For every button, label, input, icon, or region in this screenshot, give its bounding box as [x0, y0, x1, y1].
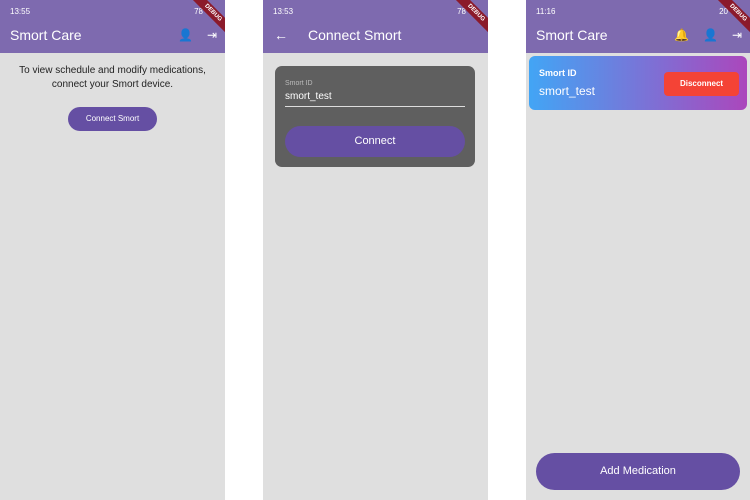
back-arrow-icon[interactable]: ←	[274, 27, 288, 43]
app-bar: 11:16 20 DEBUG Smort Care 🔔 👤 ⇥	[526, 0, 750, 53]
screen-home-disconnected: 13:55 78 DEBUG Smort Care 👤 ⇥ To view sche…	[0, 0, 225, 500]
status-bar: 13:53 78	[273, 7, 478, 16]
status-bar: 11:16 20	[536, 7, 740, 16]
smort-id-label: Smort ID	[285, 80, 313, 87]
add-medication-button[interactable]: Add Medication	[536, 453, 740, 490]
debug-banner: DEBUG	[451, 0, 488, 38]
screen-home-connected: 11:16 20 DEBUG Smort Care 🔔 👤 ⇥ Smort ID sm…	[526, 0, 750, 500]
connect-message: To view schedule and modify medications,…	[19, 65, 206, 90]
connect-card: Smort ID smort_test Connect	[275, 66, 475, 167]
page-title: Connect Smort	[308, 27, 402, 43]
status-time: 13:55	[10, 7, 31, 16]
logout-icon[interactable]: ⇥	[207, 28, 217, 42]
device-card: Smort ID smort_test Disconnect	[529, 56, 747, 110]
app-bar: 13:53 78 DEBUG ← Connect Smort	[263, 0, 488, 53]
smort-id-value: smort_test	[539, 84, 596, 98]
status-time: 13:53	[273, 7, 294, 16]
status-bar: 13:55 78	[10, 7, 215, 16]
connect-smort-button[interactable]: Connect Smort	[68, 107, 157, 131]
connect-button[interactable]: Connect	[285, 126, 465, 157]
profile-icon[interactable]: 👤	[703, 28, 718, 42]
page-title: Smort Care	[536, 27, 608, 43]
app-bar: 13:55 78 DEBUG Smort Care 👤 ⇥	[0, 0, 225, 53]
disconnect-button[interactable]: Disconnect	[664, 72, 739, 96]
screen-connect: 13:53 78 DEBUG ← Connect Smort Smort ID s…	[263, 0, 488, 500]
smort-id-input[interactable]: smort_test	[285, 91, 465, 107]
page-title: Smort Care	[10, 27, 82, 43]
profile-icon[interactable]: 👤	[178, 28, 193, 42]
status-time: 11:16	[536, 7, 556, 16]
logout-icon[interactable]: ⇥	[732, 28, 742, 42]
smort-id-label: Smort ID	[539, 68, 577, 78]
bell-icon[interactable]: 🔔	[674, 28, 689, 42]
